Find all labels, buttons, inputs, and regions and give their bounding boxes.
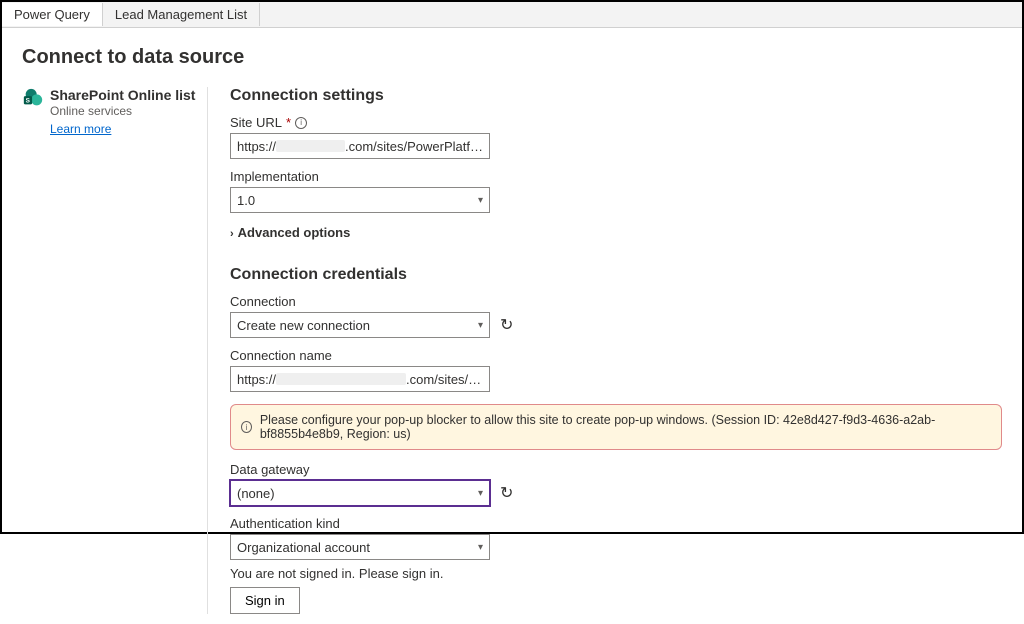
implementation-label: Implementation (230, 169, 1002, 184)
site-url-input[interactable]: https://.com/sites/PowerPlatf… (230, 133, 490, 159)
connection-name-input[interactable]: https://.com/sites/… (230, 366, 490, 392)
refresh-icon[interactable]: ↻ (500, 483, 513, 503)
connection-label: Connection (230, 294, 1002, 309)
implementation-dropdown[interactable]: 1.0▾ (230, 187, 490, 213)
chevron-down-icon: ▾ (478, 195, 483, 206)
gateway-label: Data gateway (230, 462, 1002, 477)
auth-kind-dropdown[interactable]: Organizational account▾ (230, 534, 490, 560)
chevron-down-icon: ▾ (478, 542, 483, 553)
info-icon: i (241, 421, 252, 433)
refresh-icon[interactable]: ↻ (500, 315, 513, 335)
credentials-heading: Connection credentials (230, 266, 1002, 284)
auth-kind-label: Authentication kind (230, 516, 1002, 531)
tab-power-query[interactable]: Power Query (2, 3, 103, 26)
svg-text:S: S (26, 98, 31, 105)
connection-dropdown[interactable]: Create new connection▾ (230, 312, 490, 338)
datasource-panel: S SharePoint Online list Online services… (22, 87, 207, 614)
sign-in-button[interactable]: Sign in (230, 587, 300, 614)
tab-bar: Power Query Lead Management List (2, 2, 1022, 28)
page-title: Connect to data source (22, 46, 1002, 69)
gateway-dropdown[interactable]: (none)▾ (230, 480, 490, 506)
datasource-category: Online services (50, 104, 195, 118)
signin-message: You are not signed in. Please sign in. (230, 566, 1002, 581)
chevron-down-icon: ▾ (478, 488, 483, 499)
tab-lead-mgmt[interactable]: Lead Management List (103, 3, 260, 26)
sharepoint-icon: S (22, 87, 44, 109)
popup-blocker-alert: i Please configure your pop-up blocker t… (230, 404, 1002, 450)
site-url-label: Site URL* i (230, 115, 1002, 130)
advanced-options-toggle[interactable]: ›Advanced options (230, 225, 1002, 240)
info-icon[interactable]: i (295, 117, 307, 129)
chevron-down-icon: ▾ (478, 320, 483, 331)
datasource-name: SharePoint Online list (50, 87, 195, 103)
learn-more-link[interactable]: Learn more (50, 122, 111, 136)
chevron-right-icon: › (230, 228, 234, 240)
settings-heading: Connection settings (230, 87, 1002, 105)
connection-name-label: Connection name (230, 348, 1002, 363)
